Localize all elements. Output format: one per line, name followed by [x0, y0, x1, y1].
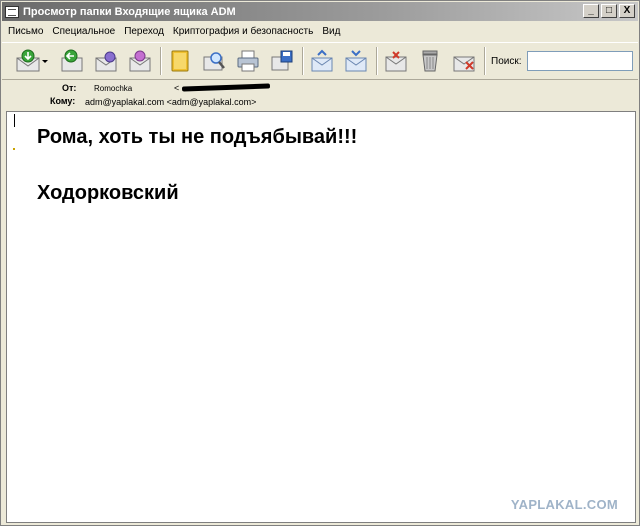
forward-button[interactable] [126, 47, 154, 75]
reply-all-button[interactable] [92, 47, 120, 75]
from-address[interactable]: < [174, 83, 179, 93]
address-book-icon [171, 50, 189, 72]
search-label: Поиск: [491, 56, 522, 67]
mail-window: Просмотр папки Входящие ящика ADM _ □ X … [0, 0, 640, 526]
mark-button[interactable] [382, 47, 410, 75]
save-icon [271, 50, 293, 71]
maximize-button[interactable]: □ [601, 4, 617, 18]
menu-bar: Письмо Специальное Переход Криптография … [2, 22, 638, 41]
toolbar-separator [484, 47, 486, 75]
forward-icon [129, 50, 151, 72]
dropdown-arrow-icon [42, 60, 48, 63]
redaction-mark [181, 83, 271, 92]
minimize-button[interactable]: _ [583, 4, 599, 18]
junk-icon [453, 56, 475, 72]
previous-message-button[interactable] [308, 47, 336, 75]
get-mail-icon [16, 49, 40, 72]
next-message-button[interactable] [342, 47, 370, 75]
find-icon [203, 52, 225, 71]
find-button[interactable] [200, 47, 228, 75]
text-caret [14, 114, 15, 127]
message-line-2: Ходорковский [37, 182, 179, 204]
message-body[interactable]: Рома, хоть ты не подъябывай!!! Ходорковс… [6, 111, 636, 523]
from-name[interactable]: Romochka [94, 84, 132, 93]
message-headers: От: Romochka < Кому: adm@yaplakal.com <a… [2, 81, 638, 111]
save-button[interactable] [268, 47, 296, 75]
reply-all-icon [95, 51, 117, 72]
title-bar[interactable]: Просмотр папки Входящие ящика ADM _ □ X [2, 2, 638, 21]
toolbar-separator [160, 47, 162, 75]
menu-special[interactable]: Специальное [52, 26, 115, 37]
from-label: От: [62, 83, 77, 93]
to-address[interactable]: adm@yaplakal.com <adm@yaplakal.com> [85, 97, 256, 107]
reply-icon [61, 49, 83, 72]
junk-button[interactable] [450, 47, 478, 75]
delete-icon [422, 50, 438, 72]
mail-app-icon [5, 5, 19, 18]
menu-go[interactable]: Переход [124, 26, 164, 37]
close-button[interactable]: X [619, 4, 635, 18]
message-line-1: Рома, хоть ты не подъябывай!!! [37, 126, 358, 148]
reply-button[interactable] [58, 47, 86, 75]
menu-letter[interactable]: Письмо [8, 26, 43, 37]
to-label: Кому: [50, 96, 76, 106]
toolbar-separator [376, 47, 378, 75]
search-input[interactable] [527, 51, 633, 71]
address-book-button[interactable] [166, 47, 194, 75]
menu-view[interactable]: Вид [322, 26, 340, 37]
get-mail-dropdown[interactable] [40, 47, 50, 75]
delete-button[interactable] [416, 47, 444, 75]
window-title: Просмотр папки Входящие ящика ADM [23, 5, 236, 18]
previous-message-icon [311, 49, 333, 72]
get-mail-button[interactable] [14, 47, 42, 75]
print-button[interactable] [234, 47, 262, 75]
site-watermark: YAPLAKAL.COM [510, 497, 618, 512]
menu-crypto-security[interactable]: Криптография и безопасность [173, 26, 313, 37]
mark-unread-icon [385, 51, 407, 72]
toolbar: Поиск: [2, 42, 638, 80]
marker-dot [13, 148, 15, 150]
print-icon [237, 50, 259, 72]
next-message-icon [345, 50, 367, 72]
toolbar-separator [302, 47, 304, 75]
